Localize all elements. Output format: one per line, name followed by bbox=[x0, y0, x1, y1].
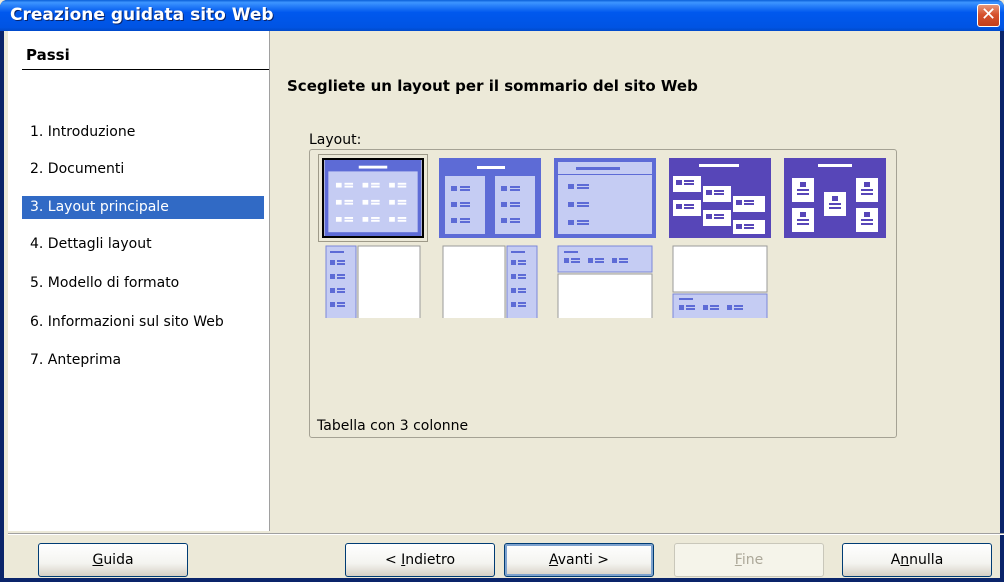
step-documenti[interactable]: 2. Documenti bbox=[22, 158, 264, 181]
layout-thumb-table-3-columns[interactable] bbox=[318, 154, 428, 242]
step-modello-di-formato[interactable]: 5. Modello di formato bbox=[22, 272, 264, 295]
back-button-label: < Indietro bbox=[384, 552, 456, 568]
step-dettagli-layout[interactable]: 4. Dettagli layout bbox=[22, 233, 264, 256]
help-button-label: Guida bbox=[92, 552, 134, 568]
layout-frame-left-icon bbox=[325, 245, 421, 318]
layout-thumb-frame-left[interactable] bbox=[322, 244, 424, 318]
close-icon[interactable]: ✕ bbox=[977, 4, 1000, 27]
layout-thumb-frame-right[interactable] bbox=[439, 244, 541, 318]
layout-1-column-icon bbox=[554, 158, 656, 238]
layout-thumb-frame-bottom[interactable] bbox=[669, 244, 771, 318]
cancel-button-label: Annulla bbox=[890, 552, 944, 568]
steps-title: Passi bbox=[26, 46, 70, 64]
layout-staggered-icon bbox=[669, 158, 771, 238]
layout-3-columns-icon bbox=[322, 158, 424, 238]
layout-thumb-2-columns[interactable] bbox=[439, 158, 541, 238]
layout-frame-right-icon bbox=[442, 245, 538, 318]
layout-gallery bbox=[309, 149, 897, 438]
layout-thumb-frame-top[interactable] bbox=[554, 244, 656, 318]
help-button[interactable]: Guida bbox=[38, 543, 188, 577]
steps-pane: Passi 1. Introduzione 2. Documenti 3. La… bbox=[8, 31, 270, 531]
layout-thumb-centered-blocks[interactable] bbox=[784, 158, 886, 238]
layout-frame-top-icon bbox=[557, 245, 653, 318]
wizard-body: Passi 1. Introduzione 2. Documenti 3. La… bbox=[4, 31, 1004, 578]
layout-thumb-staggered[interactable] bbox=[669, 158, 771, 238]
back-button[interactable]: < Indietro bbox=[345, 543, 495, 577]
next-button[interactable]: Avanti > bbox=[504, 543, 654, 577]
step-informazioni-sito[interactable]: 6. Informazioni sul sito Web bbox=[22, 311, 264, 334]
step-layout-principale[interactable]: 3. Layout principale bbox=[22, 196, 264, 219]
wizard-window: Creazione guidata sito Web ✕ Passi 1. In… bbox=[0, 0, 1004, 582]
step-introduzione[interactable]: 1. Introduzione bbox=[22, 121, 264, 144]
title-bar[interactable]: Creazione guidata sito Web bbox=[0, 0, 1004, 31]
window-title: Creazione guidata sito Web bbox=[10, 5, 274, 25]
layout-2-columns-icon bbox=[439, 158, 541, 238]
page-title: Scegliete un layout per il sommario del … bbox=[287, 77, 698, 95]
selected-layout-description: Tabella con 3 colonne bbox=[317, 418, 469, 434]
footer-separator bbox=[8, 533, 1004, 535]
cancel-button[interactable]: Annulla bbox=[842, 543, 992, 577]
step-anteprima[interactable]: 7. Anteprima bbox=[22, 349, 264, 372]
layout-frame-bottom-icon bbox=[672, 245, 768, 318]
finish-button-label: Fine bbox=[734, 552, 764, 568]
layout-label: Layout: bbox=[309, 132, 362, 148]
layout-thumb-1-column[interactable] bbox=[554, 158, 656, 238]
finish-button: Fine bbox=[674, 543, 824, 577]
layout-centered-blocks-icon bbox=[784, 158, 886, 238]
next-button-label: Avanti > bbox=[548, 552, 610, 568]
steps-divider bbox=[22, 69, 269, 70]
